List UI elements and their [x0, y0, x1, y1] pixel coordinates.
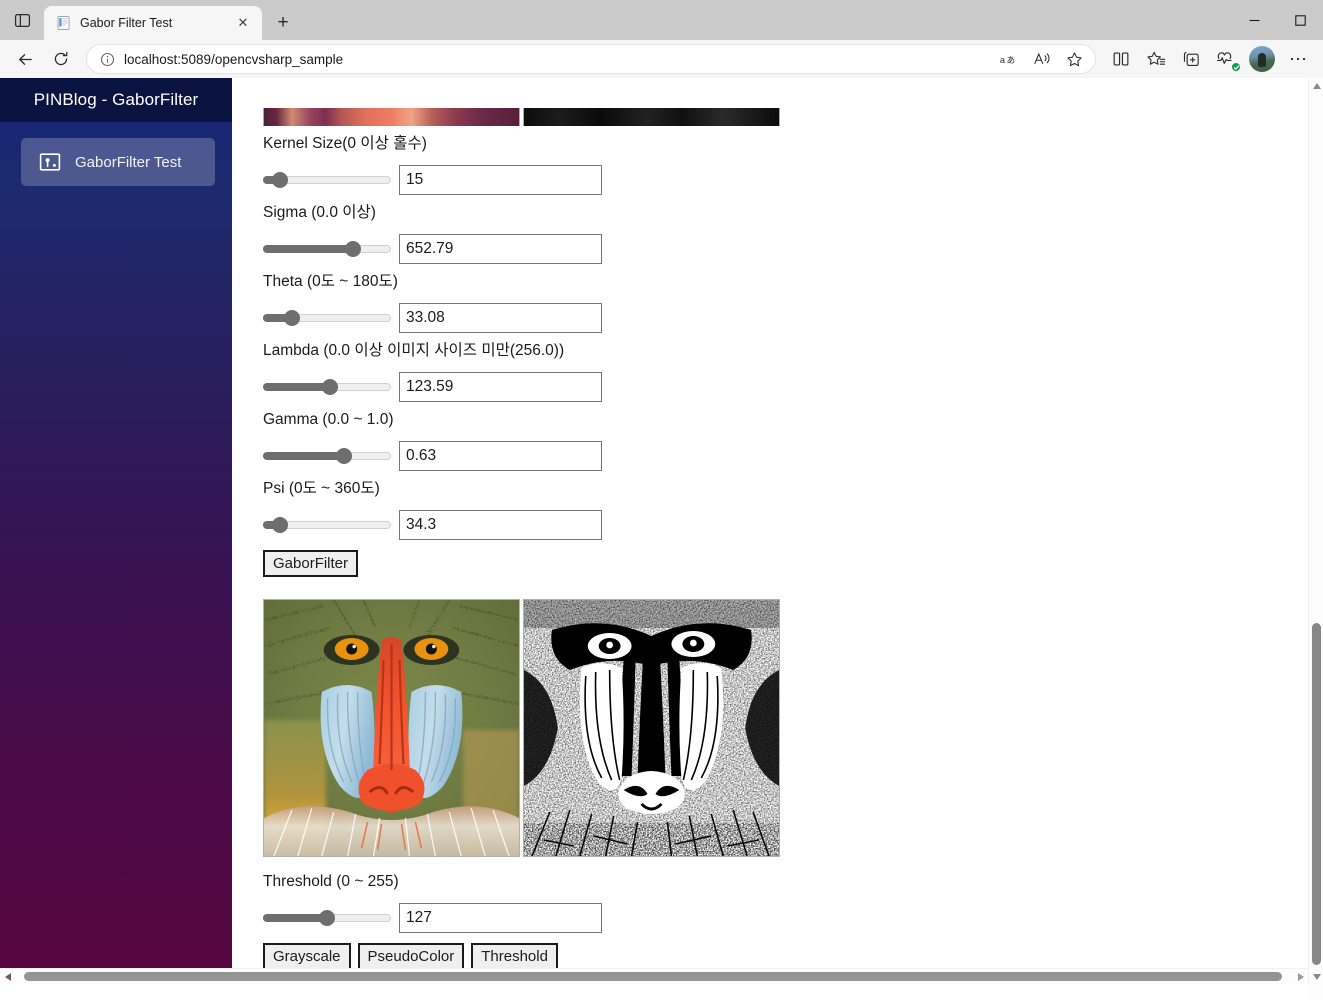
psi-label: Psi (0도 ~ 360도) [263, 478, 1308, 500]
gabor-result-preview-image [523, 108, 780, 126]
vertical-scrollbar-thumb[interactable] [1312, 623, 1321, 965]
app-sidebar: PINBlog - GaborFilter GaborFilter Test [0, 78, 232, 984]
settings-and-more-icon[interactable]: ⋯ [1281, 44, 1315, 74]
address-bar-url: localhost:5089/opencvsharp_sample [124, 52, 995, 67]
sigma-slider[interactable] [263, 239, 391, 259]
app-brand-title: PINBlog - GaborFilter [34, 90, 199, 110]
sigma-row: 652.79 [263, 234, 1308, 264]
sigma-label: Sigma (0.0 이상) [263, 202, 1308, 224]
slider-thumb[interactable] [319, 910, 335, 926]
slider-fill [263, 383, 330, 391]
scroll-right-arrow-icon[interactable] [1292, 969, 1308, 984]
image-test-icon [39, 151, 61, 173]
baboon-original-image [263, 599, 520, 857]
browser-tab[interactable]: Gabor Filter Test ✕ [44, 6, 262, 40]
sidebar-item-gaborfilter-test[interactable]: GaborFilter Test [21, 138, 215, 186]
add-favorite-star-icon[interactable] [1059, 46, 1089, 72]
maximize-icon[interactable] [1277, 0, 1323, 40]
sidebar-header: PINBlog - GaborFilter [0, 78, 232, 122]
slider-thumb[interactable] [345, 241, 361, 257]
slider-fill [263, 245, 353, 253]
horizontal-scrollbar[interactable] [0, 968, 1308, 984]
slider-thumb[interactable] [272, 172, 288, 188]
kernel-size-row: 15 [263, 165, 1308, 195]
translate-icon[interactable]: aあ [995, 46, 1025, 72]
bottom-button-row: Grayscale PseudoColor Threshold [263, 933, 1308, 970]
back-icon[interactable] [8, 44, 42, 74]
lambda-slider[interactable] [263, 377, 391, 397]
tab-actions-icon[interactable] [0, 0, 44, 40]
gamma-slider[interactable] [263, 446, 391, 466]
gabor-kernel-preview-image [263, 108, 520, 126]
profile-avatar[interactable] [1249, 46, 1275, 72]
theta-row: 33.08 [263, 303, 1308, 333]
lambda-row: 123.59 [263, 372, 1308, 402]
threshold-slider[interactable] [263, 908, 391, 928]
lambda-label: Lambda (0.0 이상 이미지 사이즈 미만(256.0)) [263, 340, 1308, 362]
pseudocolor-button[interactable]: PseudoColor [358, 943, 465, 970]
vertical-scrollbar[interactable] [1308, 78, 1323, 984]
site-information-icon[interactable] [97, 52, 117, 67]
kernel-size-input[interactable]: 15 [399, 165, 602, 195]
browser-title-bar: Gabor Filter Test ✕ + [0, 0, 1323, 40]
theta-input[interactable]: 33.08 [399, 303, 602, 333]
psi-input[interactable]: 34.3 [399, 510, 602, 540]
browser-window: Gabor Filter Test ✕ + [0, 0, 1323, 1000]
threshold-button[interactable]: Threshold [471, 943, 558, 970]
psi-slider[interactable] [263, 515, 391, 535]
slider-thumb[interactable] [336, 448, 352, 464]
minimize-icon[interactable] [1231, 0, 1277, 40]
svg-text:あ: あ [1007, 54, 1015, 64]
scroll-left-arrow-icon[interactable] [0, 969, 16, 984]
threshold-label: Threshold (0 ~ 255) [263, 871, 1308, 893]
slider-thumb[interactable] [272, 517, 288, 533]
favorites-icon[interactable] [1139, 44, 1173, 74]
main-content: Kernel Size(0 이상 홀수) 15 Sigma (0.0 이상) [232, 78, 1308, 984]
sigma-input[interactable]: 652.79 [399, 234, 602, 264]
slider-thumb[interactable] [322, 379, 338, 395]
address-bar[interactable]: localhost:5089/opencvsharp_sample aあ [86, 44, 1096, 74]
threshold-input[interactable]: 127 [399, 903, 602, 933]
page-content: PINBlog - GaborFilter GaborFilter Test [0, 78, 1308, 984]
slider-thumb[interactable] [284, 310, 300, 326]
split-screen-icon[interactable] [1104, 44, 1138, 74]
slider-fill [263, 452, 344, 460]
refresh-icon[interactable] [44, 44, 78, 74]
scroll-down-arrow-icon[interactable] [1309, 968, 1323, 984]
page-icon [56, 15, 72, 31]
kernel-size-label: Kernel Size(0 이상 홀수) [263, 133, 1308, 155]
scroll-up-arrow-icon[interactable] [1309, 78, 1323, 94]
page-viewport: PINBlog - GaborFilter GaborFilter Test [0, 78, 1323, 1000]
baboon-threshold-image [523, 599, 780, 857]
lambda-input[interactable]: 123.59 [399, 372, 602, 402]
status-check-badge [1231, 62, 1241, 72]
sidebar-item-label: GaborFilter Test [75, 154, 181, 171]
horizontal-scrollbar-thumb[interactable] [24, 972, 1282, 981]
kernel-size-slider[interactable] [263, 170, 391, 190]
slider-fill [263, 914, 327, 922]
gamma-input[interactable]: 0.63 [399, 441, 602, 471]
psi-row: 34.3 [263, 510, 1308, 540]
theta-label: Theta (0도 ~ 180도) [263, 271, 1308, 293]
svg-text:a: a [1000, 54, 1006, 64]
top-image-previews [263, 78, 1308, 126]
read-aloud-icon[interactable] [1027, 46, 1057, 72]
theta-slider[interactable] [263, 308, 391, 328]
collections-icon[interactable] [1174, 44, 1208, 74]
gamma-row: 0.63 [263, 441, 1308, 471]
grayscale-button[interactable]: Grayscale [263, 943, 351, 970]
result-images [263, 599, 1308, 857]
toolbar-right-icons: ⋯ [1104, 44, 1315, 74]
close-icon[interactable]: ✕ [232, 12, 254, 34]
browser-toolbar: localhost:5089/opencvsharp_sample aあ [0, 40, 1323, 78]
tab-title: Gabor Filter Test [80, 16, 224, 30]
gaborfilter-button[interactable]: GaborFilter [263, 550, 358, 577]
gamma-label: Gamma (0.0 ~ 1.0) [263, 409, 1308, 431]
window-controls [1231, 0, 1323, 40]
scrollbar-corner [1308, 984, 1323, 1000]
browser-essentials-icon[interactable] [1209, 44, 1243, 74]
new-tab-button[interactable]: + [268, 8, 298, 38]
threshold-row: 127 [263, 903, 1308, 933]
